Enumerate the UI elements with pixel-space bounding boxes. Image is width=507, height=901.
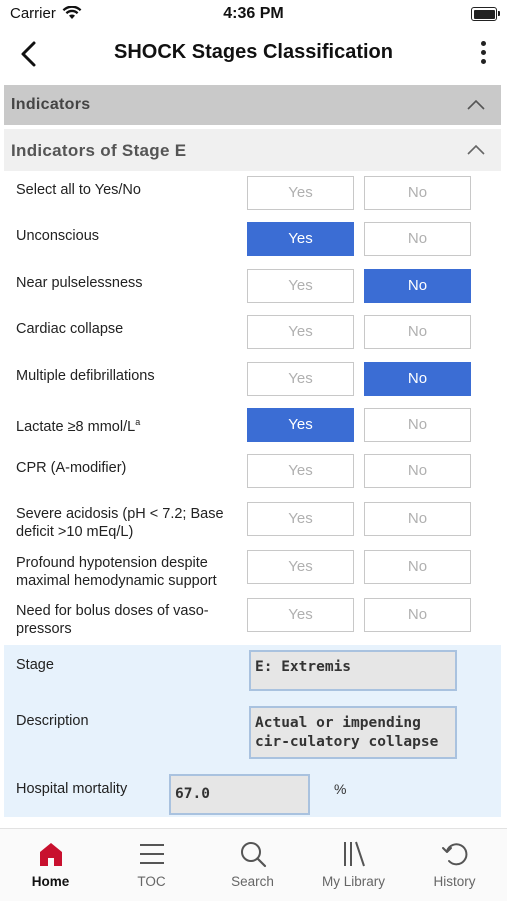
row-label: Select all to Yes/No — [16, 182, 141, 198]
indicator-row-lactate: Lactate ≥8 mmol/La Yes No — [4, 405, 501, 450]
row-label: Unconscious — [16, 228, 100, 244]
no-button[interactable]: No — [364, 502, 471, 536]
indicator-row-vasopressors: Need for bolus doses of vaso-pressors Ye… — [4, 596, 501, 644]
stage-e-section-header[interactable]: Indicators of Stage E — [4, 129, 501, 171]
row-label: Multiple defibrillations — [16, 368, 155, 384]
no-button[interactable]: No — [364, 362, 471, 396]
chevron-up-icon — [467, 145, 485, 155]
no-button[interactable]: No — [364, 408, 471, 442]
yes-button[interactable]: Yes — [247, 222, 354, 256]
row-label: Cardiac collapse — [16, 321, 124, 337]
history-icon — [442, 843, 468, 866]
tab-label: Home — [31, 874, 70, 889]
battery-icon — [471, 7, 500, 21]
no-button[interactable]: No — [364, 176, 471, 210]
search-icon — [241, 842, 267, 868]
description-label: Description — [16, 713, 89, 729]
no-button[interactable]: No — [364, 222, 471, 256]
more-dot-icon — [480, 41, 486, 46]
yes-button[interactable]: Yes — [247, 315, 354, 349]
tab-label: My Library — [321, 874, 385, 889]
no-button[interactable]: No — [364, 598, 471, 632]
yes-button[interactable]: Yes — [247, 176, 354, 210]
library-icon — [344, 841, 365, 867]
more-options-button[interactable] — [471, 38, 495, 70]
description-value-field: Actual or impending cir-culatory collaps… — [249, 706, 457, 759]
indicator-row-unconscious: Unconscious Yes No — [4, 219, 501, 264]
tab-label: History — [433, 874, 476, 889]
more-dot-icon — [480, 50, 486, 55]
menu-icon — [140, 844, 164, 864]
indicator-row-multiple-defibrillations: Multiple defibrillations Yes No — [4, 359, 501, 404]
row-label: Lactate ≥8 mmol/La — [16, 413, 236, 436]
row-label: Profound hypotension despite maximal hem… — [16, 555, 217, 589]
indicator-row-severe-acidosis: Severe acidosis (pH < 7.2; Base deficit … — [4, 498, 501, 546]
home-icon — [40, 843, 62, 866]
yes-button[interactable]: Yes — [247, 408, 354, 442]
tab-toc[interactable]: TOC — [101, 829, 202, 901]
no-button[interactable]: No — [364, 315, 471, 349]
more-dot-icon — [480, 59, 486, 64]
calculator-content: Indicators Indicators of Stage E Select … — [0, 80, 507, 828]
yes-button[interactable]: Yes — [247, 362, 354, 396]
row-label: Severe acidosis (pH < 7.2; Base deficit … — [16, 506, 224, 540]
tab-label: Search — [231, 874, 274, 889]
nav-bar: SHOCK Stages Classification — [0, 28, 507, 80]
yes-button[interactable]: Yes — [247, 502, 354, 536]
tab-search[interactable]: Search — [202, 829, 303, 901]
yes-button[interactable]: Yes — [247, 454, 354, 488]
footnote-marker: a — [135, 417, 141, 427]
no-button[interactable]: No — [364, 269, 471, 303]
stage-e-header-label: Indicators of Stage E — [11, 141, 187, 160]
row-label: CPR (A-modifier) — [16, 460, 127, 476]
status-bar: Carrier 4:36 PM — [0, 0, 507, 28]
indicator-row-cpr: CPR (A-modifier) Yes No — [4, 451, 501, 496]
indicators-section-header[interactable]: Indicators — [4, 85, 501, 125]
clock: 4:36 PM — [223, 5, 284, 22]
tab-home[interactable]: Home — [0, 829, 101, 901]
page-title: SHOCK Stages Classification — [114, 41, 393, 63]
tab-label: TOC — [137, 874, 166, 889]
indicator-row-near-pulselessness: Near pulselessness Yes No — [4, 266, 501, 311]
yes-button[interactable]: Yes — [247, 550, 354, 584]
yes-button[interactable]: Yes — [247, 269, 354, 303]
mortality-label: Hospital mortality — [16, 781, 128, 797]
row-label: Near pulselessness — [16, 275, 143, 291]
mortality-unit: % — [334, 781, 347, 797]
tab-history[interactable]: History — [404, 829, 505, 901]
indicator-row-select-all: Select all to Yes/No Yes No — [4, 173, 501, 218]
tab-my-library[interactable]: My Library — [303, 829, 404, 901]
stage-label: Stage — [16, 657, 54, 673]
no-button[interactable]: No — [364, 454, 471, 488]
no-button[interactable]: No — [364, 550, 471, 584]
row-label: Need for bolus doses of vaso-pressors — [16, 603, 209, 637]
indicator-row-cardiac-collapse: Cardiac collapse Yes No — [4, 312, 501, 357]
yes-button[interactable]: Yes — [247, 598, 354, 632]
chevron-up-icon — [467, 100, 485, 110]
indicators-header-label: Indicators — [11, 96, 91, 113]
tab-bar: Home TOC Search My Library History — [0, 828, 507, 901]
row-label-text: Lactate ≥8 mmol/L — [16, 418, 136, 435]
indicator-row-profound-hypotension: Profound hypotension despite maximal hem… — [4, 547, 501, 595]
results-panel: Stage E: Extremis Description Actual or … — [4, 645, 501, 817]
mortality-value-field: 67.0 — [169, 774, 310, 815]
stage-value-field: E: Extremis — [249, 650, 457, 691]
